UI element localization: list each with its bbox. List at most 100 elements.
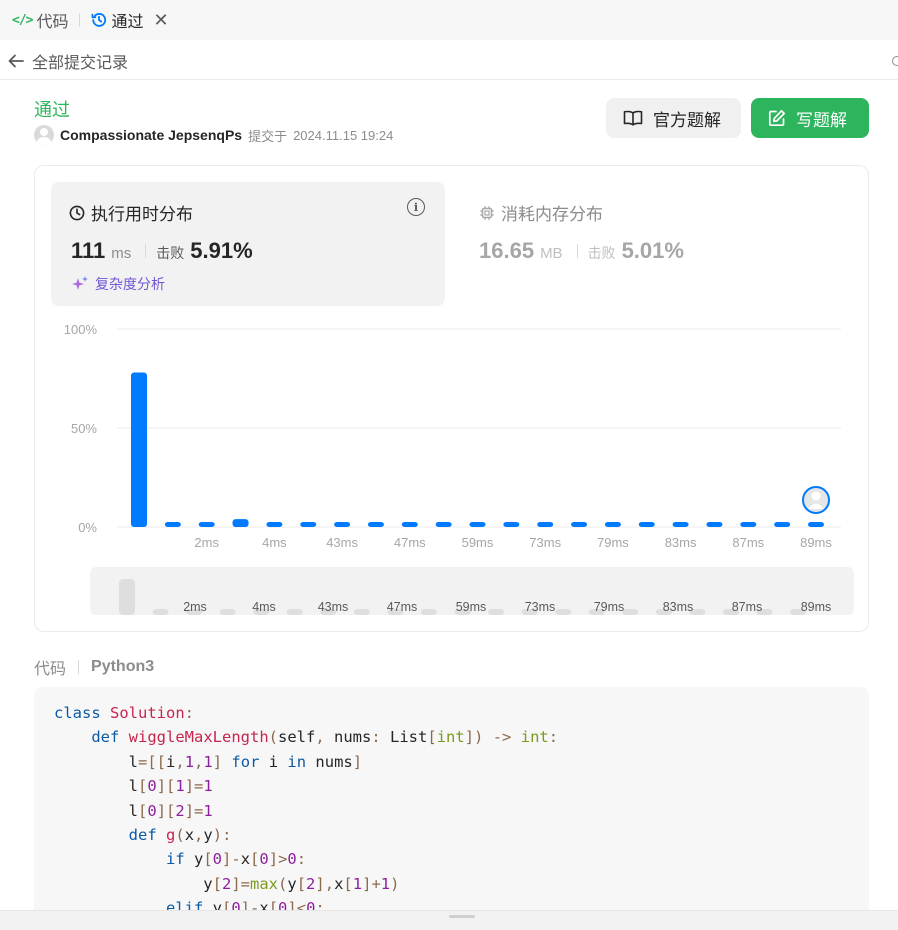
tab-code-label: 代码 (36, 14, 69, 31)
tab-submission-result[interactable]: 通过 ✕ (84, 0, 175, 40)
code-icon: </> (12, 12, 34, 28)
code-viewer[interactable]: class Solution: def wiggleMaxLength(self… (34, 687, 869, 930)
back-arrow-icon[interactable] (0, 54, 32, 68)
bar (266, 522, 283, 527)
tab-code[interactable]: </> 代码 (6, 0, 75, 40)
x-tick-label: 73ms (529, 535, 561, 550)
submitted-time: 2024.11.15 19:24 (293, 127, 394, 143)
username[interactable]: Compassionate JepsenqPs (60, 127, 242, 143)
x-tick-label: 89ms (800, 535, 832, 550)
user-marker-head (811, 491, 821, 501)
submitted-prefix: 提交于 (248, 128, 288, 144)
overview-bar (420, 609, 437, 615)
runtime-beat-value: 5.91% (190, 238, 253, 263)
info-icon[interactable]: i (407, 198, 425, 216)
bar (808, 522, 824, 527)
close-icon[interactable]: ✕ (154, 10, 169, 31)
bar (571, 522, 588, 527)
source-code: class Solution: def wiggleMaxLength(self… (54, 704, 559, 918)
overview-tick-label: 89ms (801, 600, 832, 614)
overview-tick-label: 47ms (387, 600, 418, 614)
bar (198, 522, 215, 527)
overview-tick-label: 4ms (252, 600, 276, 614)
runtime-distribution-chart[interactable]: 100% 50% 0% 2ms 4ms 43ms 47ms 59ms 73ms 79ms 83ms 8… (35, 316, 868, 621)
y-tick-label: 50% (71, 421, 97, 436)
code-section-header: 代码 Python3 (34, 655, 154, 679)
back-row: 全部提交记录 (0, 42, 898, 80)
overview-bar (622, 609, 639, 615)
y-tick-label: 0% (78, 520, 97, 535)
official-solution-button[interactable]: 官方题解 (606, 98, 741, 138)
overview-bar (286, 609, 303, 615)
bar (706, 522, 723, 527)
bar (537, 522, 554, 527)
runtime-title-label: 执行用时分布 (91, 205, 193, 224)
overview-tick-label: 43ms (318, 600, 349, 614)
bar (638, 522, 655, 527)
runtime-card[interactable]: 执行用时分布 i 111 ms 击败 5.91% 复杂度分析 (51, 182, 445, 306)
submission-meta: Compassionate JepsenqPs 提交于 2024.11.15 1… (34, 125, 393, 145)
x-tick-label: 47ms (394, 535, 426, 550)
stat-divider (576, 244, 578, 258)
x-tick-label: 79ms (597, 535, 629, 550)
history-icon (91, 13, 106, 27)
x-tick-label: 2ms (194, 535, 219, 550)
overview-bar (555, 609, 572, 615)
clock-icon (69, 205, 85, 220)
bar (672, 522, 689, 527)
runtime-value: 111 (71, 238, 106, 263)
bar (740, 522, 757, 527)
memory-value: 16.65 (479, 238, 535, 263)
bar (334, 522, 351, 527)
overview-bar (219, 609, 236, 615)
tab-submission-label: 通过 (111, 14, 144, 31)
runtime-stats: 111 ms 击败 5.91% (71, 238, 253, 264)
bar (774, 522, 791, 527)
panel-edge-handle[interactable] (892, 56, 898, 66)
bar (469, 522, 486, 527)
overview-bar (488, 609, 505, 615)
y-tick-label: 100% (64, 322, 98, 337)
bar (604, 522, 621, 527)
chip-icon (480, 205, 494, 220)
write-solution-button[interactable]: 写题解 (751, 98, 869, 138)
code-section-label: 代码 (34, 661, 67, 678)
x-tick-label: 87ms (732, 535, 764, 550)
overview-bar (119, 579, 135, 615)
overview-tick-label: 2ms (183, 600, 207, 614)
bar (300, 522, 317, 527)
runtime-beat-label: 击败 (156, 245, 185, 261)
sparkle-icon (72, 276, 88, 290)
memory-stats: 16.65 MB 击败 5.01% (479, 238, 684, 264)
memory-beat-value: 5.01% (621, 238, 684, 263)
overview-bar (353, 609, 370, 615)
bar (435, 522, 452, 527)
book-icon (623, 110, 643, 126)
edit-icon (768, 109, 786, 127)
all-submissions-link[interactable]: 全部提交记录 (32, 49, 128, 73)
memory-card[interactable]: 消耗内存分布 16.65 MB 击败 5.01% (465, 182, 845, 306)
submission-status: 通过 (34, 100, 70, 120)
resize-handle[interactable] (449, 915, 475, 918)
memory-unit: MB (540, 245, 563, 262)
memory-title: 消耗内存分布 (479, 200, 603, 225)
overview-tick-label: 83ms (663, 600, 694, 614)
x-tick-label: 59ms (462, 535, 494, 550)
bottom-panel-bar (0, 910, 898, 930)
overview-bar (152, 609, 169, 615)
official-solution-label: 官方题解 (653, 110, 721, 130)
x-tick-label: 83ms (665, 535, 697, 550)
performance-panel: 执行用时分布 i 111 ms 击败 5.91% 复杂度分析 消耗内存分布 16… (34, 165, 869, 632)
bar (401, 522, 418, 527)
tab-divider (78, 13, 80, 27)
stat-divider (145, 244, 147, 258)
memory-title-label: 消耗内存分布 (501, 205, 603, 224)
complexity-analysis-link[interactable]: 复杂度分析 (71, 274, 165, 294)
overview-tick-label: 59ms (456, 600, 487, 614)
code-header-divider (78, 660, 80, 674)
bar (367, 522, 384, 527)
runtime-unit: ms (111, 245, 132, 262)
runtime-title: 执行用时分布 (69, 200, 193, 225)
avatar[interactable] (34, 125, 54, 145)
x-tick-label: 4ms (262, 535, 287, 550)
